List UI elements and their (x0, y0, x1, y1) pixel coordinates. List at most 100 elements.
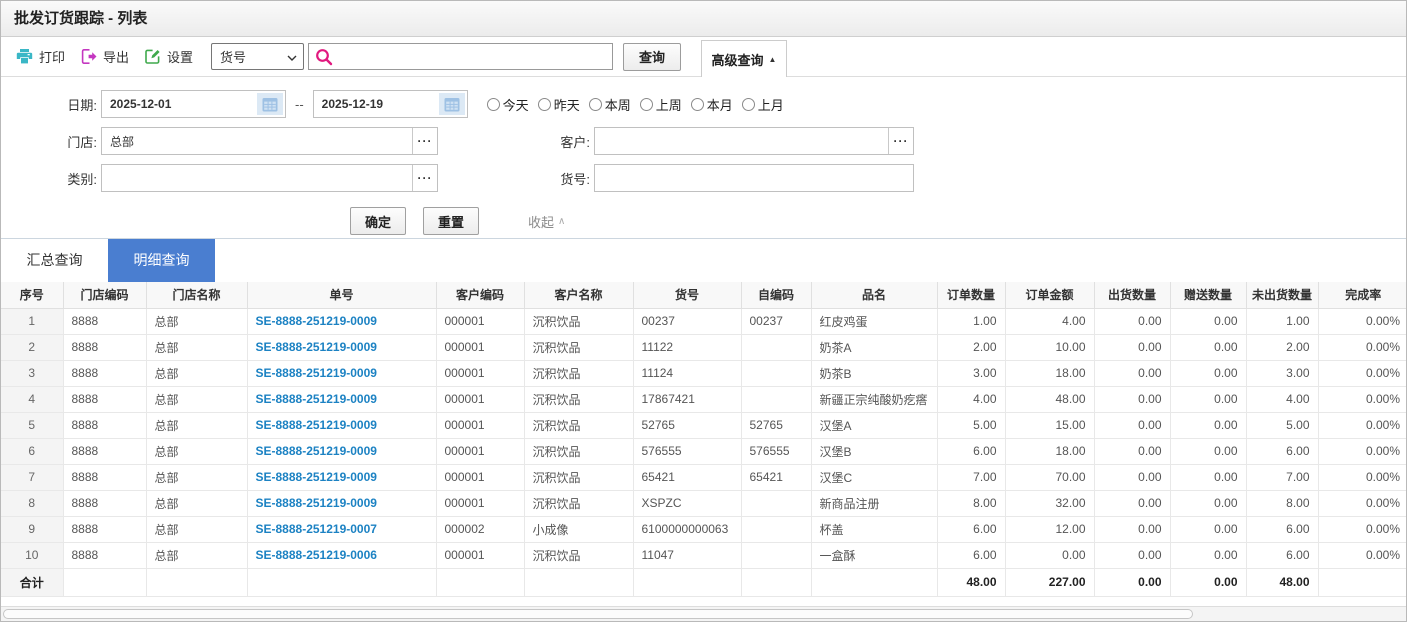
column-header: 单号 (247, 282, 436, 308)
table-cell: 0.00 (1094, 542, 1170, 568)
order-link[interactable]: SE-8888-251219-0009 (256, 392, 377, 406)
table-cell: 8888 (63, 360, 146, 386)
quick-range-option[interactable]: 今天 (487, 95, 529, 114)
store-lookup-button[interactable]: ··· (412, 128, 437, 154)
table-cell: 65421 (633, 464, 741, 490)
order-link[interactable]: SE-8888-251219-0009 (256, 496, 377, 510)
export-button[interactable]: 导出 (80, 47, 129, 66)
collapse-link[interactable]: 收起 ∧ (528, 212, 565, 231)
table-row: 88888总部SE-8888-251219-0009000001沉积饮品XSPZ… (1, 490, 1407, 516)
table-cell: 5.00 (1246, 412, 1318, 438)
order-link[interactable]: SE-8888-251219-0009 (256, 314, 377, 328)
table-cell: SE-8888-251219-0007 (247, 516, 436, 542)
table-cell: 12.00 (1005, 516, 1094, 542)
table-cell: 0.00 (1094, 308, 1170, 334)
radio-icon[interactable] (487, 98, 500, 111)
calendar-icon[interactable] (439, 93, 465, 115)
print-label: 打印 (39, 47, 65, 66)
table-cell: 总部 (146, 438, 247, 464)
order-link[interactable]: SE-8888-251219-0009 (256, 340, 377, 354)
table-cell: 新疆正宗纯酸奶疙瘩 (811, 386, 937, 412)
category-label: 类别: (37, 169, 97, 188)
table-cell: 70.00 (1005, 464, 1094, 490)
category-lookup-button[interactable]: ··· (412, 165, 437, 191)
category-field[interactable]: ··· (101, 164, 438, 192)
order-link[interactable]: SE-8888-251219-0009 (256, 444, 377, 458)
advanced-query-button[interactable]: 高级查询 ▲ (701, 40, 787, 77)
table-cell: 总部 (146, 386, 247, 412)
table-cell: 2.00 (937, 334, 1005, 360)
chevron-up-icon: ∧ (558, 216, 565, 227)
order-link[interactable]: SE-8888-251219-0009 (256, 366, 377, 380)
quick-range-label: 本周 (605, 95, 631, 114)
horizontal-scrollbar[interactable] (1, 606, 1406, 621)
table-cell: 总部 (146, 516, 247, 542)
column-header: 订单数量 (937, 282, 1005, 308)
table-cell: 00237 (741, 308, 811, 334)
calendar-icon[interactable] (257, 93, 283, 115)
table-cell: 8888 (63, 438, 146, 464)
quick-range-option[interactable]: 本月 (691, 95, 733, 114)
quick-range-option[interactable]: 昨天 (538, 95, 580, 114)
order-link[interactable]: SE-8888-251219-0007 (256, 522, 377, 536)
order-link[interactable]: SE-8888-251219-0006 (256, 548, 377, 562)
radio-icon[interactable] (538, 98, 551, 111)
tab-summary-query[interactable]: 汇总查询 (1, 239, 108, 282)
query-button[interactable]: 查询 (623, 43, 681, 71)
date-to-value: 2025-12-19 (314, 97, 383, 111)
total-empty-cell (146, 568, 247, 596)
table-cell: 8888 (63, 334, 146, 360)
customer-lookup-button[interactable]: ··· (888, 128, 913, 154)
date-label: 日期: (37, 95, 97, 114)
confirm-button[interactable]: 确定 (350, 207, 406, 235)
quick-range-option[interactable]: 上周 (640, 95, 682, 114)
settings-label: 设置 (167, 47, 193, 66)
order-link[interactable]: SE-8888-251219-0009 (256, 470, 377, 484)
table-cell: 沉积饮品 (524, 334, 633, 360)
quick-range-label: 昨天 (554, 95, 580, 114)
table-cell: SE-8888-251219-0009 (247, 308, 436, 334)
search-input[interactable] (308, 43, 613, 70)
item-field[interactable] (594, 164, 914, 192)
table-cell: 000001 (436, 334, 524, 360)
table-cell (741, 386, 811, 412)
total-value-cell: 0.00 (1170, 568, 1246, 596)
print-button[interactable]: 打印 (16, 47, 65, 66)
total-value-cell: 227.00 (1005, 568, 1094, 596)
radio-icon[interactable] (691, 98, 704, 111)
radio-icon[interactable] (742, 98, 755, 111)
radio-icon[interactable] (589, 98, 602, 111)
table-cell: 汉堡A (811, 412, 937, 438)
table-cell: 11047 (633, 542, 741, 568)
table-cell: 奶茶A (811, 334, 937, 360)
table-row: 18888总部SE-8888-251219-0009000001沉积饮品0023… (1, 308, 1407, 334)
table-cell: 0.00% (1318, 438, 1407, 464)
table-cell: SE-8888-251219-0009 (247, 386, 436, 412)
table-cell: 3.00 (937, 360, 1005, 386)
table-row: 68888总部SE-8888-251219-0009000001沉积饮品5765… (1, 438, 1407, 464)
table-cell: 000001 (436, 308, 524, 334)
settings-button[interactable]: 设置 (144, 47, 193, 66)
table-cell: 000001 (436, 542, 524, 568)
customer-field[interactable]: ··· (594, 127, 914, 155)
table-cell: 汉堡B (811, 438, 937, 464)
date-to-field[interactable]: 2025-12-19 (313, 90, 468, 118)
radio-icon[interactable] (640, 98, 653, 111)
store-field[interactable]: 总部 ··· (101, 127, 438, 155)
quick-range-group: 今天 昨天 本周上周本月上月 (478, 95, 784, 114)
search-field-select[interactable]: 货号 (211, 43, 304, 70)
tab-detail-query[interactable]: 明细查询 (108, 239, 215, 282)
table-cell: 0.00 (1094, 412, 1170, 438)
reset-button[interactable]: 重置 (423, 207, 479, 235)
table-cell: 0.00 (1170, 490, 1246, 516)
quick-range-option[interactable]: 上月 (742, 95, 784, 114)
scrollbar-thumb[interactable] (3, 609, 1193, 619)
table-cell: 新商品注册 (811, 490, 937, 516)
table-cell: 5.00 (937, 412, 1005, 438)
table-cell: SE-8888-251219-0009 (247, 490, 436, 516)
chevron-down-icon (287, 49, 297, 64)
order-link[interactable]: SE-8888-251219-0009 (256, 418, 377, 432)
date-from-field[interactable]: 2025-12-01 (101, 90, 286, 118)
quick-range-option[interactable]: 本周 (589, 95, 631, 114)
total-empty-cell (741, 568, 811, 596)
